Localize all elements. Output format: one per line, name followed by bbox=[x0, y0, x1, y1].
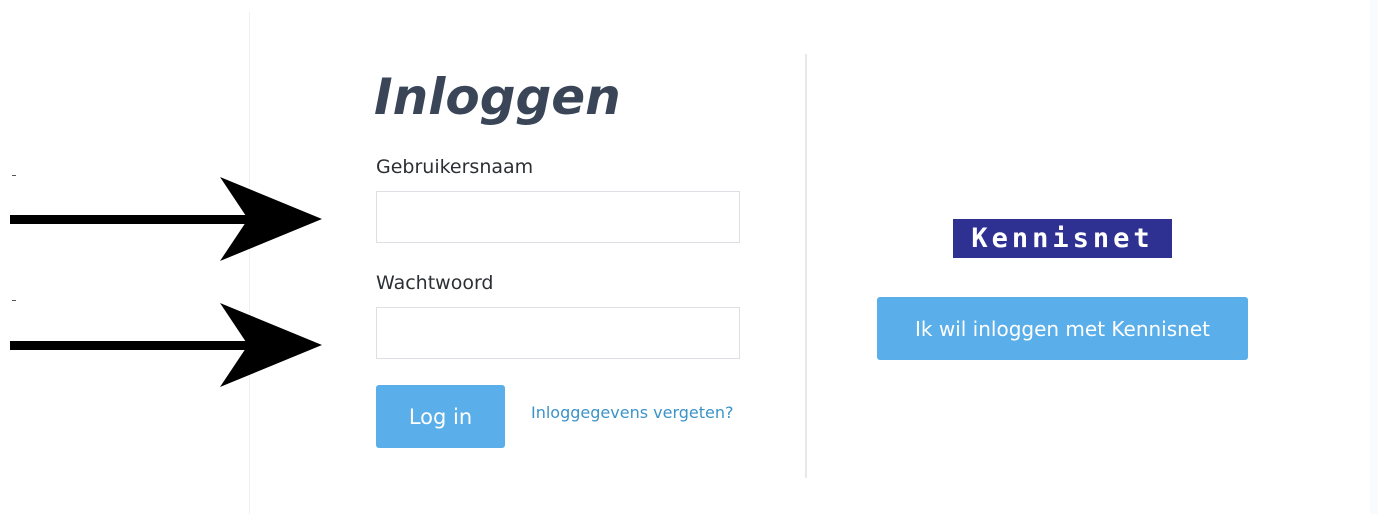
kennisnet-login-button[interactable]: Ik wil inloggen met Kennisnet bbox=[877, 297, 1248, 360]
login-button[interactable]: Log in bbox=[376, 385, 505, 448]
panel-border bbox=[249, 12, 250, 514]
password-input[interactable] bbox=[376, 307, 740, 359]
password-label: Wachtwoord bbox=[376, 272, 494, 294]
username-input[interactable] bbox=[376, 191, 740, 243]
kennisnet-logo: Kennisnet bbox=[953, 219, 1172, 258]
right-arrow-icon bbox=[10, 303, 322, 387]
column-divider bbox=[805, 54, 807, 478]
right-arrow-icon bbox=[10, 177, 322, 261]
panel-edge bbox=[1370, 0, 1378, 514]
arrow-mark bbox=[12, 175, 16, 176]
arrow-mark bbox=[12, 300, 16, 301]
login-page: Inloggen Gebruikersnaam Wachtwoord Log i… bbox=[0, 0, 1378, 514]
page-title: Inloggen bbox=[374, 68, 621, 126]
username-label: Gebruikersnaam bbox=[376, 156, 534, 178]
forgot-credentials-link[interactable]: Inloggegevens vergeten? bbox=[531, 403, 733, 422]
